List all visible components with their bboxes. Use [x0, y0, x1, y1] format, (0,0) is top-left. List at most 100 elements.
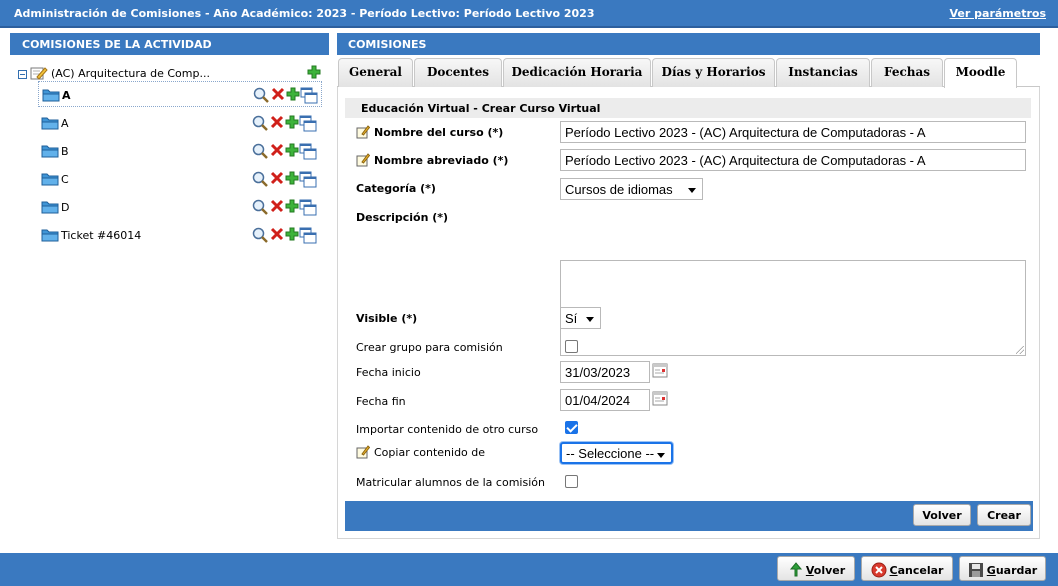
tree-item-actions	[253, 87, 321, 105]
tree-item-label[interactable]: Ticket #46014	[61, 229, 141, 242]
add-icon[interactable]	[286, 87, 300, 101]
fecha-fin-input[interactable]: 01/04/2024	[560, 389, 650, 411]
copy-icon[interactable]	[299, 199, 317, 216]
comisiones-actividad-panel: COMISIONES DE LA ACTIVIDAD (AC) Arquitec…	[10, 33, 329, 551]
copy-icon[interactable]	[299, 171, 317, 188]
add-icon[interactable]	[285, 227, 299, 241]
tab-moodle[interactable]: Moodle	[944, 58, 1017, 88]
delete-icon[interactable]	[270, 143, 284, 157]
visible-selected: Sí	[565, 311, 578, 326]
search-icon[interactable]	[252, 199, 269, 216]
tree-item[interactable]: A	[38, 81, 322, 107]
chevron-down-icon	[657, 453, 665, 458]
ver-parametros-link[interactable]: Ver parámetros	[950, 7, 1046, 20]
copiar-select[interactable]: -- Seleccione --	[560, 442, 673, 464]
search-icon[interactable]	[252, 143, 269, 160]
tab-instancias[interactable]: Instancias	[776, 58, 870, 87]
tree-item-actions	[252, 115, 320, 133]
crear-grupo-checkbox[interactable]	[565, 340, 578, 353]
note-icon	[356, 125, 370, 139]
note-icon	[356, 153, 370, 167]
comisiones-panel: COMISIONES General Docentes Dedicación H…	[337, 33, 1040, 539]
tree-item-label[interactable]: C	[61, 173, 69, 186]
copy-icon[interactable]	[299, 143, 317, 160]
delete-icon[interactable]	[270, 171, 284, 185]
right-panel-title: COMISIONES	[337, 33, 1040, 55]
footer-guardar-button[interactable]: Guardar	[959, 556, 1046, 581]
add-icon[interactable]	[285, 115, 299, 129]
crear-button[interactable]: Crear	[977, 504, 1031, 526]
search-icon[interactable]	[252, 227, 269, 244]
tab-general[interactable]: General	[338, 58, 413, 87]
add-icon[interactable]	[285, 199, 299, 213]
matricular-label: Matricular alumnos de la comisión	[356, 476, 545, 489]
add-comision-icon[interactable]	[307, 65, 321, 79]
activity-edit-icon	[30, 67, 48, 80]
importar-checkbox[interactable]	[565, 421, 578, 434]
add-icon[interactable]	[285, 143, 299, 157]
folder-icon	[41, 172, 59, 186]
search-icon[interactable]	[252, 115, 269, 132]
fecha-fin-label: Fecha fin	[356, 395, 406, 408]
collapse-icon[interactable]	[18, 70, 27, 79]
tab-dias-horarios[interactable]: Días y Horarios	[652, 58, 775, 87]
moodle-tab-content: Educación Virtual - Crear Curso Virtual …	[337, 87, 1040, 539]
left-panel-title: COMISIONES DE LA ACTIVIDAD	[10, 33, 329, 55]
copy-icon[interactable]	[299, 115, 317, 132]
descripcion-textarea[interactable]	[560, 260, 1026, 356]
tree-item[interactable]: C	[38, 166, 322, 192]
tree-root-label[interactable]: (AC) Arquitectura de Comp...	[51, 67, 210, 80]
top-header: Administración de Comisiones - Año Acadé…	[0, 0, 1058, 28]
nombre-curso-input[interactable]: Período Lectivo 2023 - (AC) Arquitectura…	[560, 121, 1026, 143]
tree-item[interactable]: Ticket #46014	[38, 222, 322, 248]
tree-item-label[interactable]: A	[61, 117, 69, 130]
delete-icon[interactable]	[270, 199, 284, 213]
tree-item-actions	[252, 199, 320, 217]
tree-item-actions	[252, 171, 320, 189]
tree-item[interactable]: B	[38, 138, 322, 164]
tree-item[interactable]: A	[38, 110, 322, 136]
note-icon	[356, 445, 370, 459]
footer-volver-button[interactable]: Volver	[777, 556, 855, 581]
delete-icon[interactable]	[270, 115, 284, 129]
categoria-select[interactable]: Cursos de idiomas	[560, 178, 703, 200]
nombre-abreviado-input[interactable]: Período Lectivo 2023 - (AC) Arquitectura…	[560, 149, 1026, 171]
tree-item-label[interactable]: B	[61, 145, 69, 158]
tab-docentes[interactable]: Docentes	[414, 58, 502, 87]
folder-icon	[41, 116, 59, 130]
tree-item-actions	[252, 143, 320, 161]
tab-fechas[interactable]: Fechas	[871, 58, 943, 87]
search-icon[interactable]	[253, 87, 270, 104]
search-icon[interactable]	[252, 171, 269, 188]
folder-icon	[41, 228, 59, 242]
calendar-icon[interactable]	[652, 362, 668, 378]
copy-icon[interactable]	[299, 227, 317, 244]
tab-dedicacion-horaria[interactable]: Dedicación Horaria	[503, 58, 651, 87]
resize-grip-icon[interactable]	[1016, 346, 1024, 354]
copiar-label: Copiar contenido de	[356, 445, 485, 459]
volver-button[interactable]: Volver	[913, 504, 971, 526]
delete-icon[interactable]	[270, 227, 284, 241]
fecha-inicio-label: Fecha inicio	[356, 366, 421, 379]
folder-icon	[41, 200, 59, 214]
chevron-down-icon	[688, 188, 696, 193]
cancel-icon	[871, 562, 887, 578]
save-disk-icon	[968, 563, 983, 577]
descripcion-label: Descripción (*)	[356, 211, 449, 224]
visible-select[interactable]: Sí	[560, 307, 601, 329]
visible-label: Visible (*)	[356, 312, 418, 325]
tree-item-label[interactable]: D	[61, 201, 69, 214]
matricular-checkbox[interactable]	[565, 475, 578, 488]
footer-cancelar-button[interactable]: Cancelar	[861, 556, 953, 581]
calendar-icon[interactable]	[652, 390, 668, 406]
fecha-inicio-input[interactable]: 31/03/2023	[560, 361, 650, 383]
tree-item[interactable]: D	[38, 194, 322, 220]
delete-icon[interactable]	[271, 87, 285, 101]
section-title: Educación Virtual - Crear Curso Virtual	[345, 98, 1031, 118]
add-icon[interactable]	[285, 171, 299, 185]
copy-icon[interactable]	[300, 87, 318, 104]
form-action-bar: Volver Crear	[345, 501, 1033, 531]
back-arrow-icon	[789, 562, 802, 577]
nombre-curso-label: Nombre del curso (*)	[356, 125, 503, 139]
tree-item-label[interactable]: A	[62, 89, 71, 102]
